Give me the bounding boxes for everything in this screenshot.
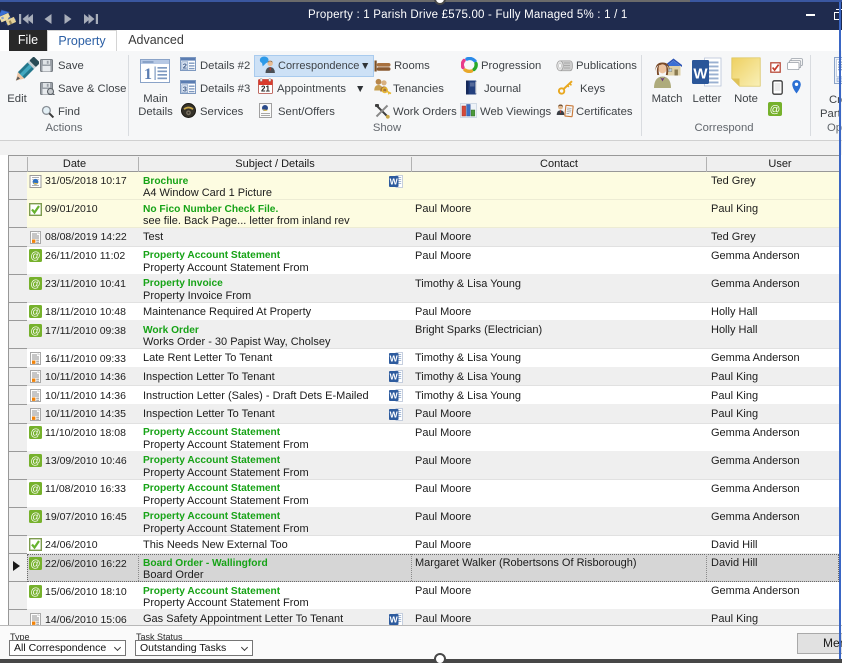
svg-text:@: @ [30,512,40,523]
svg-text:W: W [390,176,399,186]
svg-text:@: @ [30,587,40,598]
svg-text:@: @ [30,484,40,495]
svg-text:@: @ [30,251,40,262]
svg-text:W: W [390,390,399,400]
svg-text:W: W [390,409,399,419]
svg-text:@: @ [30,326,40,337]
svg-text:@: @ [30,456,40,467]
svg-text:W: W [390,353,399,363]
svg-text:@: @ [30,428,40,439]
svg-text:@: @ [30,307,40,318]
svg-text:@: @ [30,279,40,290]
svg-text:W: W [390,614,399,624]
svg-text:W: W [390,372,399,382]
svg-text:@: @ [30,559,40,570]
